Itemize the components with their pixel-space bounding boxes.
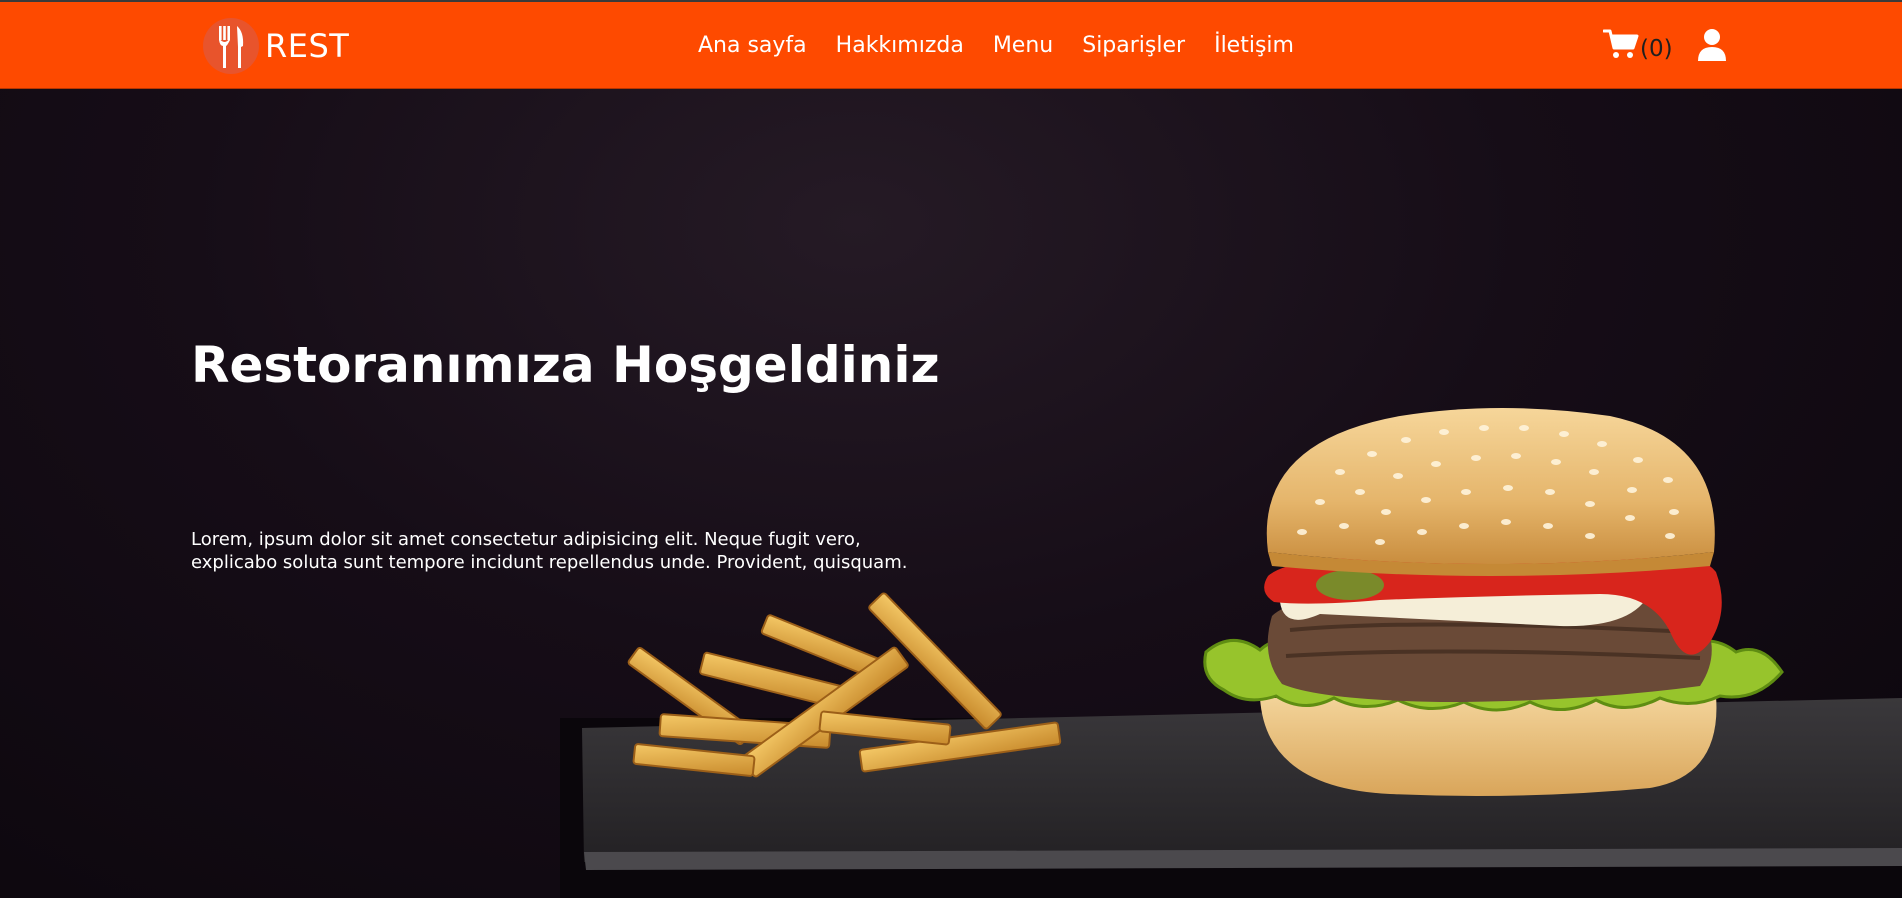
nav-link-orders[interactable]: Siparişler [1082, 33, 1185, 58]
nav-links: Ana sayfa Hakkımızda Menu Siparişler İle… [698, 2, 1323, 88]
brand-name: REST [265, 27, 350, 65]
fork-knife-icon [203, 18, 259, 74]
cart-count: (0) [1640, 36, 1673, 62]
cart-button[interactable]: (0) [1602, 28, 1673, 65]
user-icon [1698, 29, 1726, 61]
navbar: REST Ana sayfa Hakkımızda Menu Siparişle… [0, 0, 1902, 88]
nav-link-home[interactable]: Ana sayfa [698, 33, 807, 58]
brand[interactable]: REST [203, 16, 349, 76]
user-button[interactable] [1696, 28, 1728, 62]
nav-link-about[interactable]: Hakkımızda [836, 33, 964, 58]
page: REST Ana sayfa Hakkımızda Menu Siparişle… [0, 0, 1902, 898]
nav-link-contact[interactable]: İletişim [1214, 33, 1294, 58]
burger-fries-image [560, 408, 1902, 898]
nav-link-menu[interactable]: Menu [993, 33, 1053, 58]
cart-icon [1602, 28, 1639, 65]
